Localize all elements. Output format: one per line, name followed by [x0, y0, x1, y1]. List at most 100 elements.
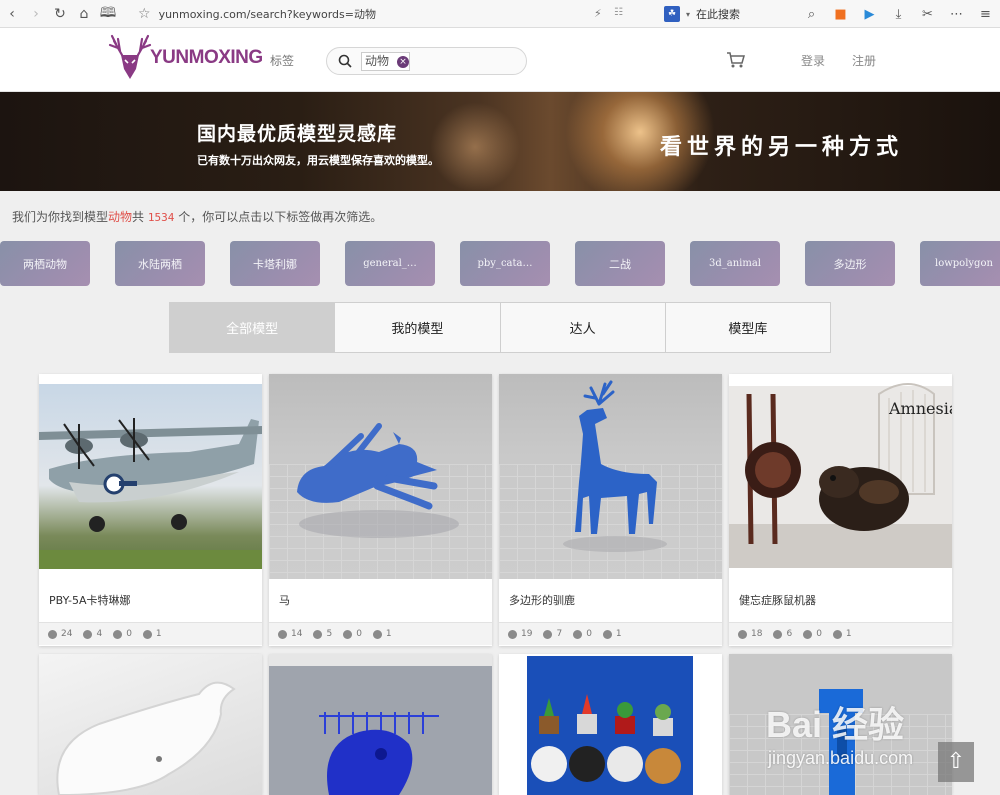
svg-text:Amnesia: Amnesia — [888, 399, 952, 418]
model-card[interactable] — [39, 654, 262, 795]
horse-model-image — [297, 423, 459, 538]
downloads-icon[interactable] — [343, 629, 353, 639]
model-tabs: 全部模型 我的模型 达人 模型库 — [169, 302, 831, 353]
views-count: 24 — [61, 629, 73, 639]
model-thumbnail[interactable] — [39, 654, 262, 795]
tab-experts[interactable]: 达人 — [501, 303, 666, 352]
model-thumbnail[interactable]: Amnesia — [729, 374, 952, 579]
filter-tag[interactable]: 卡塔利娜 — [230, 241, 320, 286]
download-icon[interactable]: ⤓ — [884, 7, 913, 22]
model-stats: 24 4 0 1 — [39, 622, 262, 645]
site-logo[interactable]: YUNMOXING — [106, 33, 263, 83]
likes-icon[interactable] — [773, 629, 783, 639]
tab-my-models[interactable]: 我的模型 — [335, 303, 501, 352]
model-card[interactable]: 马 14 5 0 1 — [269, 374, 492, 646]
whale-model-image — [56, 681, 236, 795]
arrow-up-icon: ⇧ — [946, 749, 966, 774]
model-thumbnail[interactable] — [499, 374, 722, 579]
likes-icon[interactable] — [83, 629, 93, 639]
filter-tag[interactable]: 多边形 — [805, 241, 895, 286]
browser-toolbar: ‹ › ↻ ⌂ 🕮 ☆ yunmoxing.com/search?keyword… — [0, 0, 1000, 28]
model-thumbnail[interactable] — [729, 654, 952, 795]
back-icon[interactable]: ‹ — [0, 0, 24, 28]
model-card[interactable] — [499, 654, 722, 795]
downloads-icon[interactable] — [113, 629, 123, 639]
back-to-top-button[interactable]: ⇧ — [938, 742, 974, 782]
filter-tag[interactable]: pby_cata… — [460, 241, 550, 286]
likes-icon[interactable] — [543, 629, 553, 639]
filter-tag[interactable]: 水陆两栖 — [115, 241, 205, 286]
likes-count: 6 — [786, 629, 793, 639]
login-link[interactable]: 登录 — [801, 52, 825, 69]
address-bar[interactable]: yunmoxing.com/search?keywords=动物 — [159, 6, 376, 22]
result-count: 1534 — [147, 211, 175, 224]
likes-count: 4 — [96, 629, 103, 639]
comments-icon[interactable] — [372, 629, 382, 639]
bear-planters-image — [531, 694, 681, 784]
filter-tag[interactable]: 二战 — [575, 241, 665, 286]
bolt-icon[interactable]: ⚡ — [594, 7, 602, 20]
video-icon[interactable]: ■ — [826, 7, 855, 22]
downloads-count: 0 — [586, 629, 592, 639]
views-icon — [278, 629, 287, 639]
comments-icon[interactable] — [142, 629, 152, 639]
model-card[interactable]: 多边形的驯鹿 19 7 0 1 — [499, 374, 722, 646]
scissors-icon[interactable]: ✂ — [913, 7, 942, 22]
comments-count: 1 — [155, 629, 162, 639]
result-prefix: 我们为你找到模型 — [12, 210, 109, 224]
tab-model-library[interactable]: 模型库 — [666, 303, 830, 352]
remove-keyword-icon[interactable]: × — [397, 56, 409, 68]
model-thumbnail[interactable] — [269, 654, 492, 795]
model-title[interactable]: 马 — [279, 592, 290, 608]
likes-icon[interactable] — [313, 629, 323, 639]
model-card[interactable]: Amnesia 健忘症豚鼠机器 18 6 0 1 — [729, 374, 952, 646]
search-engine-box[interactable]: ☘ ▾ 在此搜索 — [664, 6, 740, 22]
deer-model-image — [563, 380, 667, 552]
model-title[interactable]: 健忘症豚鼠机器 — [739, 592, 816, 608]
comments-icon[interactable] — [602, 629, 612, 639]
model-title[interactable]: 多边形的驯鹿 — [509, 592, 575, 608]
cart-icon[interactable] — [726, 51, 746, 69]
tab-all-models[interactable]: 全部模型 — [170, 303, 336, 352]
paw-logo-icon: ☘ — [664, 6, 680, 22]
register-link[interactable]: 注册 — [852, 52, 876, 69]
banner-subtitle: 已有数十万出众网友，用云模型保存喜欢的模型。 — [197, 154, 439, 167]
model-title[interactable]: PBY-5A卡特琳娜 — [49, 592, 131, 608]
comments-count: 1 — [385, 629, 392, 639]
model-card[interactable] — [729, 654, 952, 795]
refresh-icon[interactable]: ↻ — [48, 0, 72, 28]
dropdown-icon[interactable]: ▾ — [686, 10, 690, 19]
model-stats: 19 7 0 1 — [499, 622, 722, 645]
forward-icon[interactable]: › — [24, 0, 48, 28]
home-icon[interactable]: ⌂ — [72, 0, 96, 28]
model-stats: 14 5 0 1 — [269, 622, 492, 645]
grid-icon[interactable]: ☷ — [614, 7, 623, 18]
search-box[interactable]: 动物 × — [326, 47, 527, 75]
banner-title: 国内最优质模型灵感库 — [197, 123, 398, 145]
model-thumbnail[interactable] — [499, 654, 722, 795]
search-icon[interactable] — [337, 53, 353, 69]
downloads-icon[interactable] — [573, 629, 583, 639]
nav-tags-link[interactable]: 标签 — [270, 52, 294, 69]
filter-tag-list: 两栖动物 水陆两栖 卡塔利娜 general_… pby_cata… 二战 3d… — [0, 241, 1000, 286]
banner-light — [430, 102, 520, 191]
magnifier-icon[interactable]: ⌕ — [797, 7, 826, 22]
model-card[interactable]: PBY-5A卡特琳娜 24 4 0 1 — [39, 374, 262, 646]
filter-tag[interactable]: lowpolygon — [920, 241, 1000, 286]
filter-tag[interactable]: 3d_animal — [690, 241, 780, 286]
comments-icon[interactable] — [832, 629, 842, 639]
model-thumbnail[interactable] — [39, 374, 262, 579]
filter-tag[interactable]: 两栖动物 — [0, 241, 90, 286]
model-card[interactable] — [269, 654, 492, 795]
more-icon[interactable]: ⋯ — [942, 7, 971, 22]
menu-icon[interactable]: ≡ — [971, 7, 1000, 22]
favorite-star-icon[interactable]: ☆ — [138, 6, 151, 22]
downloads-icon[interactable] — [803, 629, 813, 639]
bookmarks-icon[interactable]: 🕮 — [96, 0, 120, 28]
views-icon — [738, 629, 747, 639]
filter-tag[interactable]: general_… — [345, 241, 435, 286]
model-thumbnail[interactable] — [269, 374, 492, 579]
downloads-count: 0 — [356, 629, 362, 639]
play-icon[interactable]: ▶ — [855, 7, 884, 22]
hero-banner: 国内最优质模型灵感库 已有数十万出众网友，用云模型保存喜欢的模型。 看世界的另一… — [0, 92, 1000, 191]
